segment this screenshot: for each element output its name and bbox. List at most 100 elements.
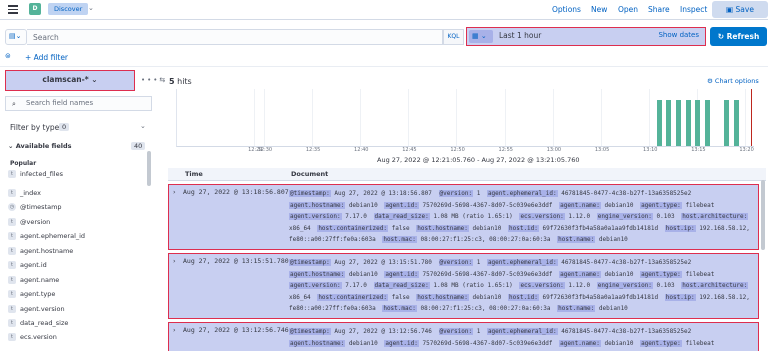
histogram-bar[interactable] (666, 100, 672, 146)
calendar-icon[interactable]: ▦ ⌄ (469, 30, 493, 43)
refresh-button[interactable]: ↻ Refresh (710, 27, 767, 46)
inspect-link[interactable]: Inspect (680, 5, 707, 14)
expand-row-icon[interactable]: › (173, 326, 176, 334)
field-value: 69f72630f3fb4a58a0a1aa9fdb14181d (542, 224, 659, 232)
query-bar: ▤⌄ Search KQL ▦ ⌄ Last 1 hour Show dates… (0, 26, 768, 48)
document-field: data_read_size: 1.08 MB (ratio 1.65:1) (373, 282, 513, 289)
field-value: 0.103 (656, 213, 675, 220)
document-row[interactable]: › Aug 27, 2022 @ 13:15:51.780 @timestamp: … (168, 253, 759, 319)
menu-icon[interactable] (8, 5, 18, 14)
show-dates-link[interactable]: Show dates (658, 31, 699, 39)
index-pattern-actions-icon[interactable]: •••⇆ (141, 76, 167, 84)
x-tick-label: 13:00 (546, 147, 562, 153)
field-value: 08:00:27:f1:25:c3, 08:00:27:0a:60:3a (420, 305, 551, 312)
saved-query-button[interactable]: ▤⌄ (5, 29, 27, 45)
histogram-chart[interactable] (176, 89, 754, 147)
hits-number: 5 (169, 77, 175, 86)
histogram-bar[interactable] (704, 100, 710, 146)
options-link[interactable]: Options (552, 5, 581, 14)
gridline (254, 89, 256, 146)
string-type-icon: t (8, 319, 16, 327)
field-value: debian10 (348, 201, 378, 209)
field-key: data_read_size: (373, 213, 430, 220)
expand-row-icon[interactable]: › (173, 188, 176, 196)
document-field: host.hostname: debian10 (416, 224, 501, 232)
chart-options-button[interactable]: ⚙ Chart options (707, 77, 759, 85)
time-picker[interactable]: ▦ ⌄ Last 1 hour Show dates (466, 27, 706, 46)
index-pattern-selector[interactable]: clamscan-* ⌄ (5, 70, 135, 91)
field-item[interactable]: t agent.version (8, 305, 65, 316)
field-value: 1 (476, 328, 481, 335)
document-field: host.containerized: false (317, 293, 410, 301)
field-item[interactable]: t agent.type (8, 290, 55, 301)
field-item[interactable]: t agent.name (8, 276, 59, 287)
histogram-bar[interactable] (656, 100, 662, 146)
chevron-down-icon[interactable]: ⌄ (88, 4, 94, 12)
x-tick-label: 12:55 (498, 147, 513, 153)
histogram-bar[interactable] (695, 100, 701, 146)
field-value: filebeat (685, 270, 715, 278)
field-value: 1.12.0 (568, 213, 591, 220)
field-value: debian10 (604, 339, 634, 347)
field-search-input[interactable]: ⌕ Search field names (5, 96, 152, 111)
available-fields-toggle[interactable]: ⌄ Available fields (8, 142, 72, 150)
document-field: @timestamp: Aug 27, 2022 @ 13:15:51.780 (289, 259, 432, 266)
document-row[interactable]: › Aug 27, 2022 @ 13:12:56.746 @timestamp: … (168, 322, 759, 351)
field-item[interactable]: t ecs.version (8, 333, 57, 344)
field-item[interactable]: t @version (8, 218, 50, 229)
field-item[interactable]: t data_read_size (8, 319, 68, 330)
space-avatar[interactable]: D (29, 3, 41, 15)
histogram-bar[interactable] (675, 100, 681, 146)
field-key: @timestamp: (289, 259, 331, 266)
table-scrollbar[interactable] (761, 180, 765, 250)
new-link[interactable]: New (591, 5, 607, 14)
search-input[interactable]: Search (27, 29, 443, 45)
filter-by-type-button[interactable]: Filter by type (10, 123, 59, 132)
time-range-label[interactable]: Last 1 hour (499, 31, 541, 40)
document-field: agent.hostname: debian10 (289, 201, 378, 209)
top-navigation-bar: D Discover ⌄ Options New Open Share Insp… (0, 0, 768, 20)
breadcrumb[interactable]: Discover (48, 3, 89, 15)
field-value: 08:00:27:f1:25:c3, 08:00:27:0a:60:3a (420, 236, 551, 243)
field-item[interactable]: t agent.id (8, 261, 47, 272)
document-field: agent.id: 7570269d-5698-4367-8d07-5c039e… (384, 339, 553, 347)
sidebar-scrollbar[interactable] (147, 151, 151, 186)
field-name: infected_files (20, 170, 63, 178)
gridline (360, 89, 362, 146)
kql-toggle[interactable]: KQL (443, 29, 464, 45)
document-row[interactable]: › Aug 27, 2022 @ 13:18:56.807 @timestamp: … (168, 184, 759, 250)
filter-icon[interactable]: ⊜ (5, 52, 11, 60)
x-tick-label: 13:15 (691, 147, 706, 153)
document-field: agent.ephemeral_id: 46781845-0477-4c38-b… (486, 190, 691, 197)
column-document: Document (291, 170, 329, 178)
column-time[interactable]: Time (185, 170, 203, 178)
open-link[interactable]: Open (618, 5, 638, 14)
field-key: agent.hostname: (289, 339, 346, 347)
field-item[interactable]: t infected_files (8, 170, 63, 181)
histogram-bar[interactable] (724, 100, 730, 146)
share-link[interactable]: Share (648, 5, 670, 14)
field-key: agent.type: (640, 270, 682, 278)
refresh-icon: ↻ (717, 32, 727, 41)
field-item[interactable]: t _index (8, 189, 41, 200)
index-pattern-label: clamscan-* (42, 75, 89, 84)
expand-row-icon[interactable]: › (173, 257, 176, 265)
x-tick-label: 13:05 (594, 147, 610, 153)
field-key: engine_version: (596, 282, 653, 289)
field-item[interactable]: ◷ @timestamp (8, 203, 62, 214)
field-item[interactable]: t agent.ephemeral_id (8, 232, 85, 243)
add-filter-button[interactable]: + Add filter (25, 53, 68, 62)
field-item[interactable]: t agent.hostname (8, 247, 73, 258)
document-source: @timestamp: Aug 27, 2022 @ 13:18:56.807 … (289, 188, 754, 248)
save-button[interactable]: ▣ Save (712, 1, 768, 18)
histogram-bar[interactable] (685, 100, 691, 146)
chevron-down-icon[interactable]: ⌄ (140, 122, 146, 130)
field-key: agent.type: (640, 339, 682, 347)
histogram-bar[interactable] (733, 100, 739, 146)
document-time: Aug 27, 2022 @ 13:12:56.746 (183, 326, 289, 334)
field-name: ecs.version (20, 333, 57, 341)
document-field: agent.name: debian10 (559, 339, 634, 347)
string-type-icon: t (8, 247, 16, 255)
filter-count-badge: 0 (59, 123, 70, 131)
field-value: Aug 27, 2022 @ 13:12:56.746 (334, 328, 432, 335)
